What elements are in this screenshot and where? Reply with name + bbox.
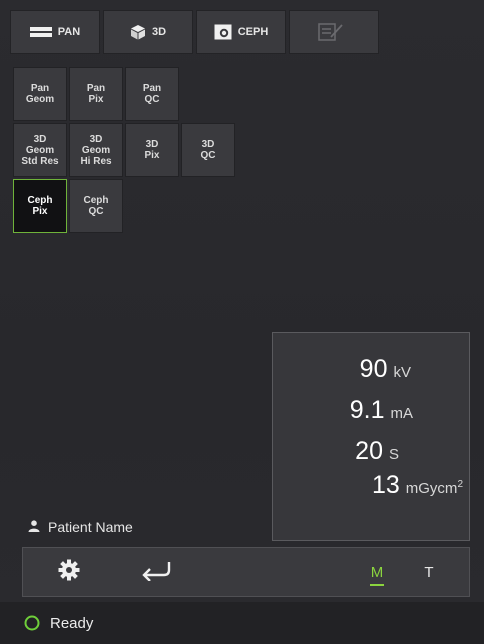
dose-value: 13 [371, 471, 400, 499]
status-indicator-icon [24, 615, 40, 631]
time-unit: S [388, 446, 399, 463]
tab-bar: PAN 3D CEPH [10, 10, 470, 54]
return-button[interactable] [135, 548, 179, 596]
test-3d-qc[interactable]: 3D QC [181, 123, 235, 177]
time-readout: 20 S [355, 437, 399, 466]
report-icon [318, 23, 344, 41]
patient-name-label: Patient Name [48, 519, 133, 535]
exposure-panel: 90 kV 9.1 mA 20 S 13 mGycm2 [272, 332, 470, 541]
patient-name[interactable]: Patient Name [28, 519, 133, 535]
mode-t-button[interactable]: T [417, 548, 441, 596]
tab-3d[interactable]: 3D [103, 10, 193, 54]
ma-readout: 9.1 mA [350, 396, 413, 425]
test-pan-qc[interactable]: Pan QC [125, 67, 179, 121]
mode-m-label: M [370, 563, 384, 581]
kv-value: 90 [359, 355, 388, 383]
time-value: 20 [355, 437, 383, 465]
test-pan-geom[interactable]: Pan Geom [13, 67, 67, 121]
test-pan-pix[interactable]: Pan Pix [69, 67, 123, 121]
ma-value: 9.1 [349, 396, 385, 424]
test-3d-geom-std-res[interactable]: 3D Geom Std Res [13, 123, 67, 177]
status-bar: Ready [0, 602, 484, 644]
ma-unit: mA [390, 405, 414, 422]
mode-m-button[interactable]: M [365, 548, 389, 596]
test-3d-pix[interactable]: 3D Pix [125, 123, 179, 177]
mode-active-underline [370, 584, 384, 586]
gear-icon [58, 559, 80, 586]
pan-icon [29, 26, 52, 38]
bottom-toolbar: M T [22, 547, 470, 597]
tab-ceph[interactable]: CEPH [196, 10, 286, 54]
return-icon [139, 559, 175, 586]
app-window: PAN 3D CEPH Pan Geom Pan Pix Pan QC 3D G… [0, 0, 484, 644]
tab-report[interactable] [289, 10, 379, 54]
tab-3d-label: 3D [151, 26, 167, 38]
test-ceph-qc[interactable]: Ceph QC [69, 179, 123, 233]
mode-t-label: T [424, 563, 434, 581]
settings-button[interactable] [51, 548, 87, 596]
tab-pan-label: PAN [57, 26, 81, 38]
test-ceph-pix[interactable]: Ceph Pix [13, 179, 67, 233]
test-3d-geom-hi-res[interactable]: 3D Geom Hi Res [69, 123, 123, 177]
cube-icon [130, 24, 146, 40]
status-text: Ready [50, 614, 94, 632]
tab-pan[interactable]: PAN [10, 10, 100, 54]
tab-ceph-label: CEPH [237, 26, 269, 38]
dose-unit-text: mGycm [405, 480, 458, 497]
kv-unit: kV [393, 364, 411, 381]
ceph-icon [214, 24, 232, 40]
person-icon [28, 519, 40, 535]
dose-unit-sup: 2 [457, 479, 463, 490]
dose-readout: 13 mGycm2 [372, 471, 463, 500]
dose-unit: mGycm2 [406, 479, 463, 497]
kv-readout: 90 kV [360, 355, 411, 384]
